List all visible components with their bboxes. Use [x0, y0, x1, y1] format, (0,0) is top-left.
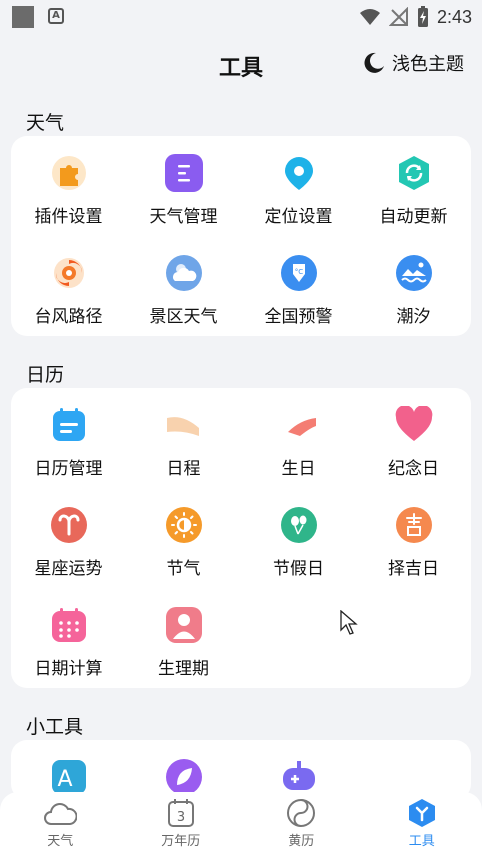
- leaf-icon: [165, 758, 203, 796]
- text-icon: A: [48, 8, 64, 24]
- typhoon-icon: [50, 254, 88, 292]
- tool-label: 生理期: [158, 659, 209, 679]
- solar-term-icon: [165, 506, 203, 544]
- schedule-icon: [165, 406, 203, 444]
- aries-icon: [50, 506, 88, 544]
- period-icon: [165, 606, 203, 644]
- tool-national-warning[interactable]: °C 全国预警: [241, 236, 356, 336]
- tool-scenic-weather[interactable]: 景区天气: [126, 236, 241, 336]
- tool-label: 天气管理: [149, 207, 218, 227]
- tool-schedule[interactable]: 日程: [126, 388, 241, 488]
- tool-label: 日程: [166, 459, 201, 479]
- almanac-tab-icon: [287, 799, 316, 827]
- tab-label: 工具: [408, 834, 435, 849]
- tab-almanac[interactable]: 黄历: [241, 792, 362, 856]
- list-icon: [164, 154, 203, 192]
- tab-perpetual-calendar[interactable]: 3 万年历: [121, 792, 242, 856]
- moon-icon: [364, 52, 384, 73]
- tool-date-calc[interactable]: 日期计算: [11, 588, 126, 688]
- tool-location-settings[interactable]: 定位设置: [241, 136, 356, 236]
- status-right: 2:43: [359, 4, 472, 30]
- location-pin-icon: [280, 154, 318, 192]
- weather-card: 插件设置 天气管理 定位设置 自动更新 台风路径 景区天气 °C 全国预警 潮汐: [11, 136, 471, 336]
- svg-text:A: A: [57, 767, 72, 792]
- tool-auspicious-day[interactable]: 择吉日: [356, 488, 471, 588]
- section-title-calendar: 日历: [26, 364, 65, 386]
- auspicious-icon: [395, 506, 433, 544]
- wifi-icon: [359, 9, 380, 25]
- tool-leaf[interactable]: [126, 740, 241, 800]
- tool-label: 择吉日: [388, 559, 439, 579]
- calendar-tab-day: 3: [177, 810, 185, 825]
- tool-label: 星座运势: [34, 559, 103, 579]
- theme-label: 浅色主题: [392, 54, 464, 75]
- tab-label: 天气: [47, 834, 74, 849]
- heart-icon: [395, 406, 433, 444]
- tool-label: 定位设置: [264, 207, 333, 227]
- tool-label: 台风路径: [34, 307, 103, 327]
- tab-tools[interactable]: 工具: [362, 792, 482, 856]
- calendar-manage-icon: [50, 406, 88, 444]
- tool-game[interactable]: [241, 740, 356, 800]
- weather-tab-icon: [44, 803, 78, 825]
- tool-label: 纪念日: [388, 459, 439, 479]
- theme-toggle[interactable]: 浅色主题: [362, 50, 464, 76]
- font-icon: A: [50, 758, 88, 796]
- tool-label: 节假日: [273, 559, 324, 579]
- tool-anniversary[interactable]: 纪念日: [356, 388, 471, 488]
- tool-calendar-manage[interactable]: 日历管理: [11, 388, 126, 488]
- tool-label: 潮汐: [396, 307, 431, 327]
- calendar-grid-icon: [50, 606, 88, 644]
- tool-label: 自动更新: [379, 207, 448, 227]
- tools-tab-icon: [408, 799, 435, 827]
- battery-charging-icon: [417, 6, 428, 27]
- svg-text:°C: °C: [294, 268, 303, 276]
- tool-typhoon[interactable]: 台风路径: [11, 236, 126, 336]
- calendar-tab-icon: 3: [167, 799, 194, 827]
- birthday-icon: [280, 406, 318, 444]
- cloud-sun-icon: [165, 254, 203, 292]
- puzzle-icon: [50, 154, 88, 192]
- tool-holiday[interactable]: 节假日: [241, 488, 356, 588]
- balloon-icon: [280, 506, 318, 544]
- tool-plugin-settings[interactable]: 插件设置: [11, 136, 126, 236]
- tool-tide[interactable]: 潮汐: [356, 236, 471, 336]
- status-time: 2:43: [436, 6, 472, 27]
- tool-weather-manage[interactable]: 天气管理: [126, 136, 241, 236]
- tool-horoscope[interactable]: 星座运势: [11, 488, 126, 588]
- tool-label: 日期计算: [34, 659, 103, 679]
- tool-label: 插件设置: [34, 207, 103, 227]
- status-bar: A 2:43: [0, 0, 482, 34]
- tab-label: 万年历: [161, 834, 201, 849]
- bottom-tab-bar: 天气 3 万年历 黄历 工具: [0, 792, 482, 856]
- warning-shield-icon: °C: [280, 254, 318, 292]
- tool-auto-update[interactable]: 自动更新: [356, 136, 471, 236]
- game-icon: [280, 758, 318, 796]
- tool-font[interactable]: A: [11, 740, 126, 800]
- tool-label: 生日: [281, 459, 316, 479]
- tool-label: 日历管理: [34, 459, 103, 479]
- calendar-card: 日历管理 日程 生日 纪念日 星座运势 节气 节假日 择吉日 日期计算 生理期: [11, 388, 471, 688]
- mouse-cursor-icon: [340, 610, 358, 635]
- header: 工具 浅色主题: [0, 34, 482, 94]
- notification-icon: [12, 6, 34, 28]
- tool-solar-term[interactable]: 节气: [126, 488, 241, 588]
- tools-card: A: [11, 740, 471, 800]
- tool-label: 全国预警: [264, 307, 333, 327]
- tool-period[interactable]: 生理期: [126, 588, 241, 688]
- section-title-tools: 小工具: [26, 716, 84, 738]
- refresh-icon: [395, 154, 433, 192]
- section-title-weather: 天气: [26, 112, 65, 134]
- tide-icon: [395, 254, 433, 292]
- tool-label: 节气: [166, 559, 201, 579]
- tool-label: 景区天气: [149, 307, 218, 327]
- tab-weather[interactable]: 天气: [0, 792, 121, 856]
- tool-birthday[interactable]: 生日: [241, 388, 356, 488]
- signal-off-icon: [388, 7, 408, 26]
- tab-label: 黄历: [288, 834, 315, 849]
